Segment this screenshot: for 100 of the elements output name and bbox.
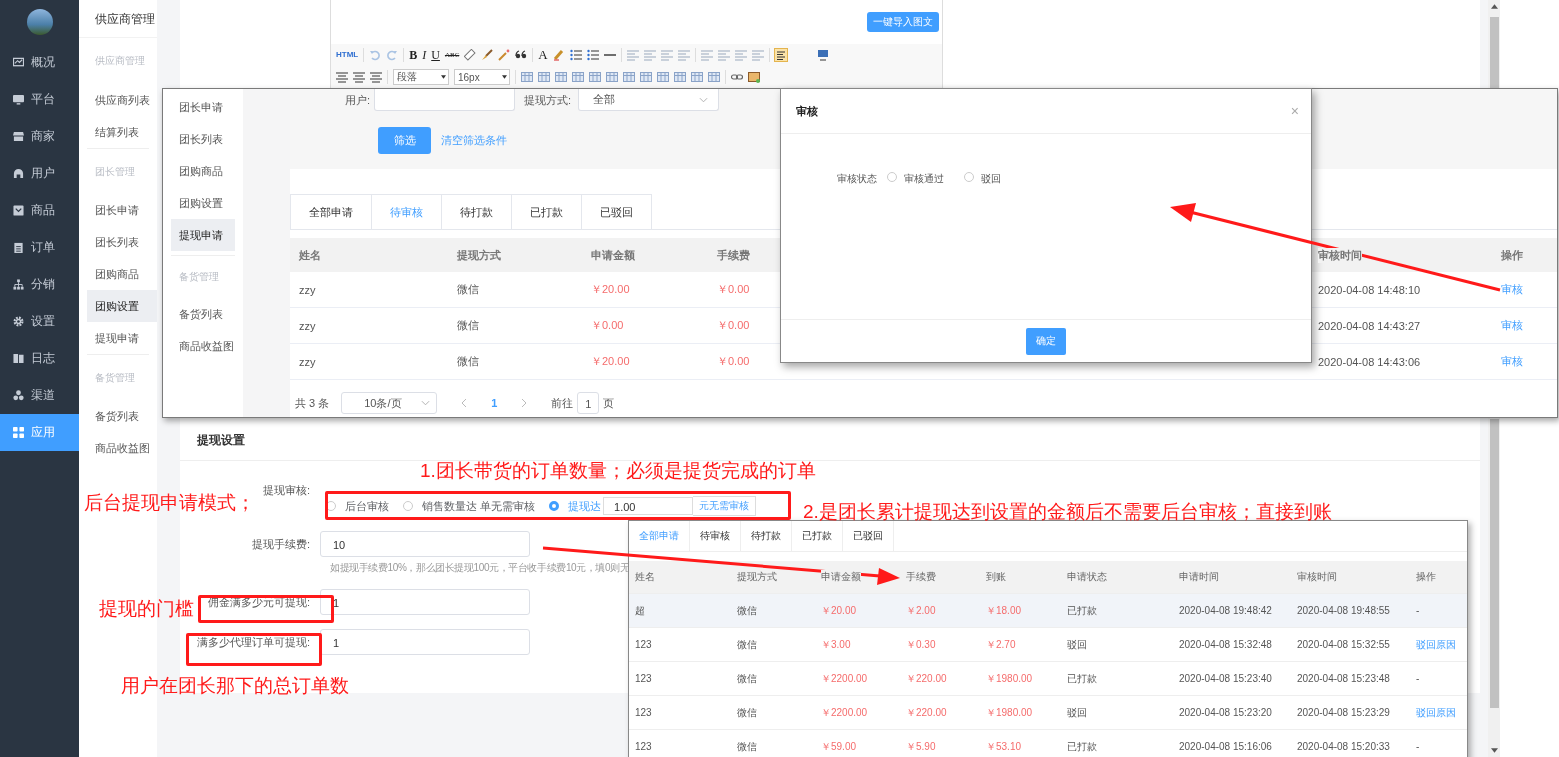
radio-button[interactable] xyxy=(887,172,897,182)
tab[interactable]: 已驳回 xyxy=(582,194,652,229)
tab[interactable]: 已打款 xyxy=(512,194,582,229)
table-icon[interactable] xyxy=(589,71,601,83)
table-row[interactable]: 123 微信 ￥59.00 ￥5.90 ￥53.10 已打款 2020-04-08 15:16:06 2020-04-08 15:20:33 - xyxy=(629,730,1467,757)
input-field[interactable]: 10 xyxy=(320,531,530,557)
user-input[interactable] xyxy=(374,89,515,111)
table-icon[interactable] xyxy=(606,71,618,83)
marker-icon[interactable] xyxy=(552,49,565,61)
caret-icon[interactable] xyxy=(502,75,507,79)
image-icon[interactable] xyxy=(748,71,760,83)
subnav-item[interactable]: 团购设置 xyxy=(87,290,157,322)
tab[interactable]: 已驳回 xyxy=(843,521,894,551)
wand-icon[interactable] xyxy=(498,49,511,61)
table-icon[interactable] xyxy=(555,71,567,83)
sidebar-item[interactable]: 日志 xyxy=(0,340,79,377)
redo-icon[interactable] xyxy=(386,49,399,61)
toolbar-button[interactable]: U xyxy=(431,48,440,62)
table-row[interactable]: 123 微信 ￥2200.00 ￥220.00 ￥1980.00 驳回 2020-04-08 15:23:20 2020-04-08 15:23:29 驳回原因 xyxy=(629,696,1467,730)
sidebar-item[interactable]: 设置 xyxy=(0,303,79,340)
subnav-item[interactable]: 团购商品 xyxy=(171,155,235,187)
toolbar-button[interactable]: A xyxy=(538,48,548,62)
chevron-down-icon[interactable] xyxy=(421,400,431,406)
table-row[interactable]: 超 微信 ￥20.00 ￥2.00 ￥18.00 已打款 2020-04-08 19:48:42 2020-04-08 19:48:55 - xyxy=(629,594,1467,628)
page-input[interactable]: 1 xyxy=(577,392,600,414)
table-icon[interactable] xyxy=(708,71,720,83)
subnav-item[interactable]: 团购商品 xyxy=(87,258,157,290)
table-icon[interactable] xyxy=(674,71,686,83)
inbox-icon xyxy=(13,205,24,216)
brush-icon[interactable] xyxy=(481,49,494,61)
method-select[interactable]: 全部 xyxy=(578,89,719,111)
subnav-item[interactable]: 团长申请 xyxy=(171,91,235,123)
table-icon[interactable] xyxy=(623,71,635,83)
radio-button[interactable] xyxy=(403,501,413,511)
subnav-item[interactable]: 供应商列表 xyxy=(87,84,157,116)
table-icon[interactable] xyxy=(521,71,533,83)
table-icon[interactable] xyxy=(691,71,703,83)
tab[interactable]: 全部申请 xyxy=(290,194,372,229)
column-header: 提现方式 xyxy=(457,247,501,263)
radio-label[interactable]: 审核通过 xyxy=(904,172,944,186)
scroll-up-icon[interactable] xyxy=(1490,4,1498,9)
table-icon[interactable] xyxy=(572,71,584,83)
numbered-list-icon[interactable] xyxy=(569,49,582,61)
align-icon[interactable] xyxy=(774,49,787,61)
tab[interactable]: 已打款 xyxy=(792,521,843,551)
subnav-item[interactable]: 结算列表 xyxy=(87,116,157,148)
subnav-item[interactable]: 团长申请 xyxy=(87,194,157,226)
radio-label[interactable]: 驳回 xyxy=(981,172,1001,186)
eraser-icon[interactable] xyxy=(464,49,477,61)
subnav-item[interactable]: 团购设置 xyxy=(171,187,235,219)
table-row[interactable]: 123 微信 ￥3.00 ￥0.30 ￥2.70 驳回 2020-04-08 15:32:48 2020-04-08 15:32:55 驳回原因 xyxy=(629,628,1467,662)
amount-input[interactable]: 1.00 xyxy=(603,497,694,515)
subnav-item[interactable]: 团长列表 xyxy=(87,226,157,258)
monitor-icon[interactable] xyxy=(816,49,829,61)
sidebar-item[interactable]: 订单 xyxy=(0,229,79,266)
table-icon[interactable] xyxy=(657,71,669,83)
table-row[interactable]: 123 微信 ￥2200.00 ￥220.00 ￥1980.00 已打款 2020-04-08 15:23:40 2020-04-08 15:23:48 - xyxy=(629,662,1467,696)
subnav-item[interactable]: 备货列表 xyxy=(171,298,235,330)
paragraph-select[interactable]: 段落 xyxy=(393,69,449,85)
previous-page-icon[interactable] xyxy=(461,398,468,408)
radio-button[interactable] xyxy=(326,501,336,511)
sidebar-item[interactable]: 概况 xyxy=(0,44,79,81)
sidebar-item[interactable]: 用户 xyxy=(0,155,79,192)
radio-button[interactable] xyxy=(549,501,560,511)
undo-icon[interactable] xyxy=(369,49,382,61)
input-field[interactable]: 1 xyxy=(320,629,530,655)
radio-label[interactable]: 销售数量达 单无需审核 xyxy=(422,498,536,514)
sidebar-item[interactable]: 商家 xyxy=(0,118,79,155)
subnav-item[interactable]: 团长列表 xyxy=(171,123,235,155)
table-icon[interactable] xyxy=(538,71,550,83)
sidebar-item[interactable]: 分销 xyxy=(0,266,79,303)
scrollbar[interactable] xyxy=(1488,419,1500,757)
sidebar-item[interactable]: 商品 xyxy=(0,192,79,229)
tab[interactable]: 待审核 xyxy=(690,521,741,551)
subnav-item[interactable]: 商品收益图 xyxy=(171,330,235,362)
toolbar-button[interactable]: B xyxy=(409,48,418,62)
subnav-item[interactable]: 商品收益图 xyxy=(87,432,157,464)
page-size-select[interactable]: 10条/页 xyxy=(341,392,438,414)
radio-label[interactable]: 后台审核 xyxy=(345,498,389,514)
bullet-list-icon[interactable] xyxy=(586,49,599,61)
next-page-icon[interactable] xyxy=(521,398,528,408)
subnav-item[interactable]: 提现申请 xyxy=(171,219,235,251)
scroll-down-icon[interactable] xyxy=(1490,748,1498,753)
input-field[interactable]: 1 xyxy=(320,589,530,615)
caret-icon[interactable] xyxy=(441,75,446,79)
sidebar-item[interactable]: 平台 xyxy=(0,81,79,118)
subnav-item[interactable]: 提现申请 xyxy=(87,322,157,354)
quote-icon[interactable] xyxy=(515,49,528,61)
link-icon[interactable] xyxy=(731,71,743,83)
chevron-down-icon[interactable] xyxy=(699,96,708,103)
toolbar-button[interactable]: HTML xyxy=(336,48,359,62)
toolbar-button[interactable]: I xyxy=(422,48,427,62)
subnav-item[interactable]: 备货列表 xyxy=(87,400,157,432)
table-icon[interactable] xyxy=(640,71,652,83)
tab[interactable]: 待打款 xyxy=(442,194,512,229)
scrollbar[interactable] xyxy=(1488,0,1500,88)
tab[interactable]: 待打款 xyxy=(741,521,792,551)
font-size-select[interactable]: 16px xyxy=(454,69,510,85)
sidebar-item[interactable]: 渠道 xyxy=(0,377,79,414)
radio-button[interactable] xyxy=(964,172,974,182)
